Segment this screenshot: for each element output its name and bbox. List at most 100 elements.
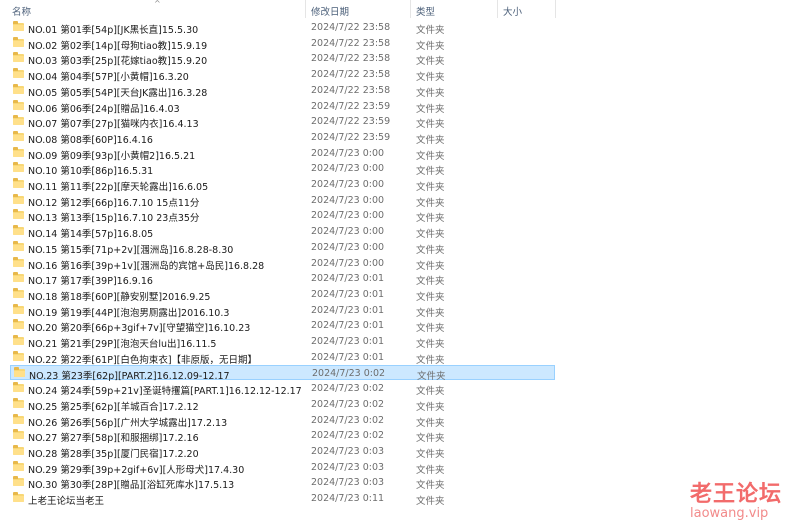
file-list-row[interactable]: 上老王论坛当老王 2024/7/23 0:11 文件夹 [10,491,555,507]
row-modified-date: 2024/7/23 0:01 [311,351,385,363]
file-list-row[interactable]: NO.28 第28季[35p][厦门民宿]17.2.20 2024/7/23 0:… [10,444,555,460]
row-modified-date: 2024/7/23 0:03 [311,461,385,473]
row-modified-date: 2024/7/22 23:58 [311,22,391,33]
row-type: 文件夹 [416,276,445,288]
row-type: 文件夹 [416,103,445,115]
folder-icon [13,303,24,314]
file-list-row[interactable]: NO.01 第01季[54p][JK黑长直]15.5.30 2024/7/22 2… [10,20,555,36]
file-list-row[interactable]: NO.25 第25季[62p][羊城百合]17.2.12 2024/7/23 0:… [10,397,555,413]
row-modified-date: 2024/7/23 0:00 [311,241,385,253]
file-list-row[interactable]: NO.27 第27季[58p][和服捆绑]17.2.16 2024/7/23 0:… [10,428,555,445]
row-name: NO.10 第10季[86p]16.5.31 [28,166,154,178]
row-name: NO.22 第22季[61P][白色拘束衣]【非原版，无日期】 [28,354,258,366]
row-type: 文件夹 [416,480,445,492]
column-divider[interactable] [497,0,498,18]
file-list-row[interactable]: NO.18 第18季[60P][静安别墅]2016.9.25 2024/7/23 … [10,287,555,303]
column-divider[interactable] [305,0,306,18]
file-list-row[interactable]: NO.10 第10季[86p]16.5.31 2024/7/23 0:00 文件夹 [10,161,555,178]
row-type: 文件夹 [416,433,445,445]
row-type: 文件夹 [416,72,445,84]
file-list-row[interactable]: NO.15 第15季[71p+2v][涠洲岛]16.8.28-8.30 2024/… [10,240,555,256]
file-list-row[interactable]: NO.16 第16季[39p+1v][涠洲岛的宾馆+岛民]16.8.28 2024… [10,256,555,272]
row-type: 文件夹 [416,401,445,413]
row-type: 文件夹 [416,229,445,241]
column-header-name[interactable]: 名称 [12,4,31,18]
file-list-row[interactable]: NO.13 第13季[15p]16.7.10 23点35分 2024/7/23 0… [10,208,555,225]
row-name: NO.12 第12季[66p]16.7.10 15点11分 [28,197,200,209]
row-type: 文件夹 [416,166,445,178]
file-list-row[interactable]: NO.02 第02季[14p][母狗tiao教]15.9.19 2024/7/22… [10,36,555,52]
file-list-row[interactable]: NO.30 第30季[28P][贈品][浴缸死库水]17.5.13 2024/7/… [10,475,555,492]
row-type: 文件夹 [416,291,445,303]
column-divider[interactable] [410,0,411,18]
file-list-row[interactable]: NO.22 第22季[61P][白色拘束衣]【非原版，无日期】 2024/7/23… [10,350,555,366]
row-name: NO.24 第24季[59p+21v]圣诞特攫篇[PART.1]16.12.12… [28,386,302,398]
row-name: NO.30 第30季[28P][贈品][浴缸死库水]17.5.13 [28,480,235,492]
folder-icon [13,492,24,502]
row-name: NO.08 第08季[60P]16.4.16 [28,134,153,146]
row-type: 文件夹 [416,150,445,162]
column-divider[interactable] [555,0,556,18]
file-list-row[interactable]: NO.19 第19季[44P][泡泡男厕露出]2016.10.3 2024/7/2… [10,303,555,319]
row-type: 文件夹 [416,56,445,68]
row-modified-date: 2024/7/23 0:02 [311,414,385,426]
row-modified-date: 2024/7/23 0:00 [311,163,385,175]
row-type: 文件夹 [416,213,445,225]
row-name: NO.02 第02季[14p][母狗tiao教]15.9.19 [28,40,208,52]
column-header-date[interactable]: 修改日期 [311,4,349,18]
row-type: 文件夹 [416,307,445,319]
watermark-url: laowang.vip [690,506,769,521]
row-name: NO.04 第04季[57P][小黄帽]16.3.20 [28,72,189,84]
row-modified-date: 2024/7/23 0:00 [311,210,385,222]
row-type: 文件夹 [416,182,445,193]
row-modified-date: 2024/7/23 0:00 [311,194,385,206]
folder-icon [13,146,24,157]
file-list-row[interactable]: NO.20 第20季[66p+3gif+7v][守望猫空]16.10.23 202… [10,318,555,334]
folder-icon [13,476,24,487]
file-list-row[interactable]: NO.08 第08季[60P]16.4.16 2024/7/22 23:59 文件夹 [10,130,555,146]
file-list-row[interactable]: NO.26 第26季[56p][广州大学城露出]17.2.13 2024/7/23… [10,413,555,429]
row-modified-date: 2024/7/23 0:02 [312,368,386,380]
file-list-row[interactable]: NO.04 第04季[57P][小黄帽]16.3.20 2024/7/22 23:… [10,67,555,84]
file-list-row[interactable]: NO.09 第09季[93p][小黄帽2]16.5.21 2024/7/23 0:… [10,146,555,162]
row-modified-date: 2024/7/22 23:59 [311,100,391,112]
row-modified-date: 2024/7/23 0:03 [311,445,385,457]
file-list-row[interactable]: NO.11 第11季[22p][摩天轮露出]16.6.05 2024/7/23 0… [10,177,555,193]
row-modified-date: 2024/7/22 23:58 [311,84,391,96]
file-list-row[interactable]: NO.05 第05季[54P][天台JK露出]16.3.28 2024/7/22 … [10,83,555,99]
column-header-type[interactable]: 类型 [416,4,435,18]
file-list-row[interactable]: NO.14 第14季[57p]16.8.05 2024/7/23 0:00 文件夹 [10,224,555,241]
folder-icon [13,68,24,79]
row-name: NO.11 第11季[22p][摩天轮露出]16.6.05 [28,182,209,193]
file-list-row[interactable]: NO.06 第06季[24p][贈品]16.4.03 2024/7/22 23:5… [10,99,555,115]
file-list-row[interactable]: NO.07 第07季[27p][猫咪内衣]16.4.13 2024/7/22 23… [10,114,555,131]
file-list-row[interactable]: NO.29 第29季[39p+2gif+6v][人形母犬]17.4.30 2024… [10,460,555,476]
folder-icon [13,350,24,361]
row-name: 上老王论坛当老王 [28,496,105,507]
file-list-row[interactable]: NO.24 第24季[59p+21v]圣诞特攫篇[PART.1]16.12.12… [10,381,555,398]
row-type: 文件夹 [416,134,445,146]
folder-icon [13,130,24,141]
row-type: 文件夹 [416,260,445,272]
row-type: 文件夹 [416,119,445,131]
row-name: NO.05 第05季[54P][天台JK露出]16.3.28 [28,87,208,99]
row-type: 文件夹 [416,464,445,476]
row-modified-date: 2024/7/22 23:59 [311,116,391,128]
row-name: NO.01 第01季[54p][JK黑长直]15.5.30 [28,25,199,36]
column-header-size[interactable]: 大小 [503,4,522,18]
file-list-row[interactable]: NO.21 第21季[29P][泡泡天台lu出]16.11.5 2024/7/23… [10,334,555,350]
row-type: 文件夹 [416,339,445,350]
row-modified-date: 2024/7/23 0:02 [311,398,385,410]
folder-icon [13,178,24,188]
row-type: 文件夹 [416,448,445,460]
sort-ascending-icon: ^ [154,0,161,8]
folder-icon [13,272,24,283]
file-list-row[interactable]: NO.12 第12季[66p]16.7.10 15点11分 2024/7/23 0… [10,193,555,209]
file-list-row[interactable]: NO.03 第03季[25p][花嫁tiao教]15.9.20 2024/7/22… [10,51,555,68]
file-list-row[interactable]: NO.23 第23季[62p][PART.2]16.12.09-12.17 202… [10,365,555,382]
row-name: NO.21 第21季[29P][泡泡天台lu出]16.11.5 [28,339,217,350]
row-name: NO.18 第18季[60P][静安别墅]2016.9.25 [28,291,211,303]
row-modified-date: 2024/7/23 0:00 [311,147,385,159]
folder-icon [13,319,24,330]
file-list-row[interactable]: NO.17 第17季[39P]16.9.16 2024/7/23 0:01 文件夹 [10,271,555,288]
